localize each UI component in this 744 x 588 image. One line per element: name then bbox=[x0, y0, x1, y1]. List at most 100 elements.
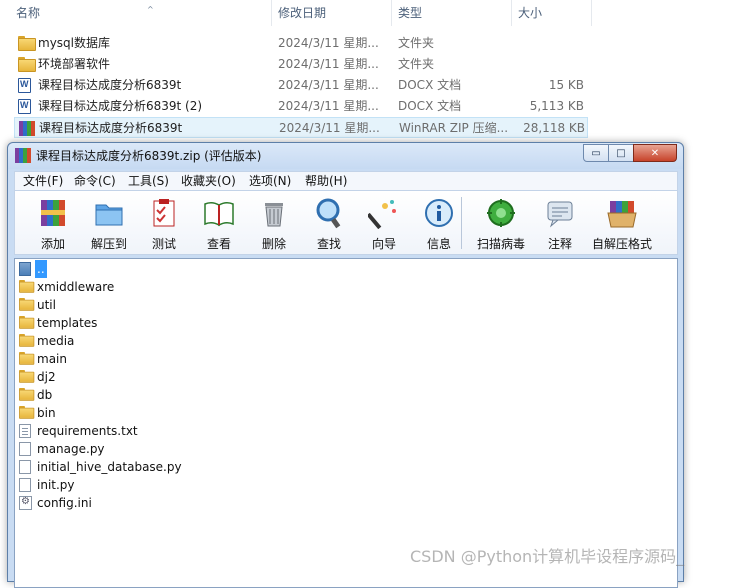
file-size: 28,118 KB bbox=[523, 121, 585, 135]
file-name: 环境部署软件 bbox=[38, 57, 111, 71]
comment-icon bbox=[547, 201, 573, 228]
column-modified[interactable]: 修改日期 bbox=[272, 0, 392, 26]
folder-icon bbox=[18, 36, 36, 51]
info-icon bbox=[425, 199, 453, 227]
winrar-app-icon bbox=[15, 148, 31, 163]
minimize-button[interactable]: ▭ bbox=[583, 144, 609, 162]
file-modified: 2024/3/11 星期... bbox=[278, 99, 379, 113]
list-item-selected[interactable]: 课程目标达成度分析6839t 2024/3/11 星期... WinRAR ZI… bbox=[14, 117, 588, 138]
file-name: main bbox=[37, 352, 67, 366]
view-button[interactable]: 查看 bbox=[191, 191, 247, 255]
wizard-button[interactable]: 向导 bbox=[356, 191, 412, 255]
virus-scan-icon bbox=[487, 199, 515, 227]
virus-scan-button[interactable]: 扫描病毒 bbox=[473, 191, 529, 255]
file-name: init.py bbox=[37, 478, 75, 492]
file-name: initial_hive_database.py bbox=[37, 460, 182, 474]
winrar-archive-icon bbox=[19, 121, 35, 136]
sfx-label: 自解压格式 bbox=[591, 237, 652, 251]
folder-icon bbox=[18, 57, 36, 72]
sfx-button[interactable]: 自解压格式 bbox=[592, 191, 652, 255]
comment-button[interactable]: 注释 bbox=[532, 191, 588, 255]
toolbar: 添加 解压到 测试 查看 删除 查找 向导 信息 扫描病毒 注释 自解压格式 bbox=[14, 191, 678, 255]
menu-favorites[interactable]: 收藏夹(O) bbox=[181, 172, 236, 190]
sort-up-icon: ^ bbox=[147, 5, 154, 14]
file-name: 课程目标达成度分析6839t bbox=[38, 78, 182, 92]
file-name: 课程目标达成度分析6839t (2) bbox=[38, 99, 203, 113]
file-icon bbox=[19, 478, 33, 492]
folder-icon bbox=[19, 316, 35, 330]
file-size: 5,113 KB bbox=[529, 99, 584, 113]
find-button[interactable]: 查找 bbox=[301, 191, 357, 255]
file-name: media bbox=[37, 334, 75, 348]
file-size: 15 KB bbox=[548, 78, 584, 92]
info-button[interactable]: 信息 bbox=[411, 191, 467, 255]
virus-scan-label: 扫描病毒 bbox=[476, 237, 525, 251]
title-bar[interactable]: 课程目标达成度分析6839t.zip (评估版本) ▭ □ ✕ bbox=[8, 143, 683, 169]
menu-help[interactable]: 帮助(H) bbox=[305, 172, 347, 190]
list-item[interactable]: mysql数据库 2024/3/11 星期... 文件夹 bbox=[14, 33, 588, 54]
file-name: xmiddleware bbox=[37, 280, 115, 294]
delete-button[interactable]: 删除 bbox=[246, 191, 302, 255]
folder-icon bbox=[19, 406, 35, 420]
search-icon bbox=[316, 198, 341, 229]
trash-icon bbox=[265, 203, 283, 227]
extract-to-button[interactable]: 解压到 bbox=[81, 191, 137, 255]
up-folder-icon bbox=[19, 262, 33, 276]
folder-icon bbox=[19, 370, 35, 384]
test-button[interactable]: 测试 bbox=[136, 191, 192, 255]
file-name: templates bbox=[37, 316, 98, 330]
watermark: CSDN @Python计算机毕设程序源码_ bbox=[410, 547, 685, 566]
add-button[interactable]: 添加 bbox=[25, 191, 81, 255]
archive-file-list: .. xmiddleware util templates media main… bbox=[14, 258, 678, 588]
menu-tools[interactable]: 工具(S) bbox=[128, 172, 169, 190]
file-explorer: 名称 ^ 修改日期 类型 大小 mysql数据库 2024/3/11 星期...… bbox=[0, 0, 744, 142]
file-name: bin bbox=[37, 406, 56, 420]
file-type: DOCX 文档 bbox=[398, 78, 462, 92]
wizard-wand-icon bbox=[368, 200, 396, 229]
minimize-icon: ▭ bbox=[591, 147, 601, 159]
folder-icon bbox=[19, 334, 35, 348]
column-name-label: 名称 bbox=[16, 6, 41, 20]
column-modified-label: 修改日期 bbox=[278, 6, 327, 20]
column-type[interactable]: 类型 bbox=[392, 0, 512, 26]
list-item[interactable]: 课程目标达成度分析6839t (2) 2024/3/11 星期... DOCX … bbox=[14, 96, 588, 117]
file-type: WinRAR ZIP 压缩... bbox=[399, 121, 509, 135]
file-name: dj2 bbox=[37, 370, 56, 384]
list-item[interactable]: 环境部署软件 2024/3/11 星期... 文件夹 bbox=[14, 54, 588, 75]
list-item[interactable]: 课程目标达成度分析6839t 2024/3/11 星期... DOCX 文档 1… bbox=[14, 75, 588, 96]
maximize-button[interactable]: □ bbox=[608, 144, 634, 162]
file-modified: 2024/3/11 星期... bbox=[278, 57, 379, 71]
info-label: 信息 bbox=[426, 237, 451, 251]
column-size[interactable]: 大小 bbox=[512, 0, 592, 26]
menu-bar: 文件(F) 命令(C) 工具(S) 收藏夹(O) 选项(N) 帮助(H) bbox=[14, 171, 678, 191]
sfx-box-icon bbox=[607, 201, 637, 228]
window-title: 课程目标达成度分析6839t.zip (评估版本) bbox=[36, 149, 262, 163]
folder-icon bbox=[19, 352, 35, 366]
menu-file[interactable]: 文件(F) bbox=[23, 172, 63, 190]
close-icon: ✕ bbox=[650, 147, 660, 159]
file-icon bbox=[19, 442, 33, 456]
file-name: db bbox=[37, 388, 53, 402]
close-button[interactable]: ✕ bbox=[633, 144, 677, 162]
file-name: manage.py bbox=[37, 442, 105, 456]
file-name: util bbox=[37, 298, 56, 312]
text-file-icon bbox=[19, 424, 33, 438]
maximize-icon: □ bbox=[616, 147, 626, 159]
view-book-icon bbox=[204, 201, 234, 227]
file-name: 课程目标达成度分析6839t bbox=[39, 121, 183, 135]
column-header: 名称 ^ 修改日期 类型 大小 bbox=[0, 0, 592, 26]
menu-options[interactable]: 选项(N) bbox=[249, 172, 291, 190]
file-type: 文件夹 bbox=[398, 57, 435, 71]
file-modified: 2024/3/11 星期... bbox=[279, 121, 380, 135]
winrar-window: 课程目标达成度分析6839t.zip (评估版本) ▭ □ ✕ 文件(F) 命令… bbox=[7, 142, 684, 588]
folder-icon bbox=[19, 298, 35, 312]
toolbar-separator bbox=[461, 197, 462, 249]
test-checklist-icon bbox=[153, 199, 175, 227]
comment-label: 注释 bbox=[547, 237, 572, 251]
column-name[interactable]: 名称 ^ bbox=[10, 0, 272, 26]
file-name: mysql数据库 bbox=[38, 36, 110, 50]
docx-icon bbox=[18, 78, 34, 93]
file-type: DOCX 文档 bbox=[398, 99, 462, 113]
menu-commands[interactable]: 命令(C) bbox=[74, 172, 116, 190]
file-modified: 2024/3/11 星期... bbox=[278, 36, 379, 50]
